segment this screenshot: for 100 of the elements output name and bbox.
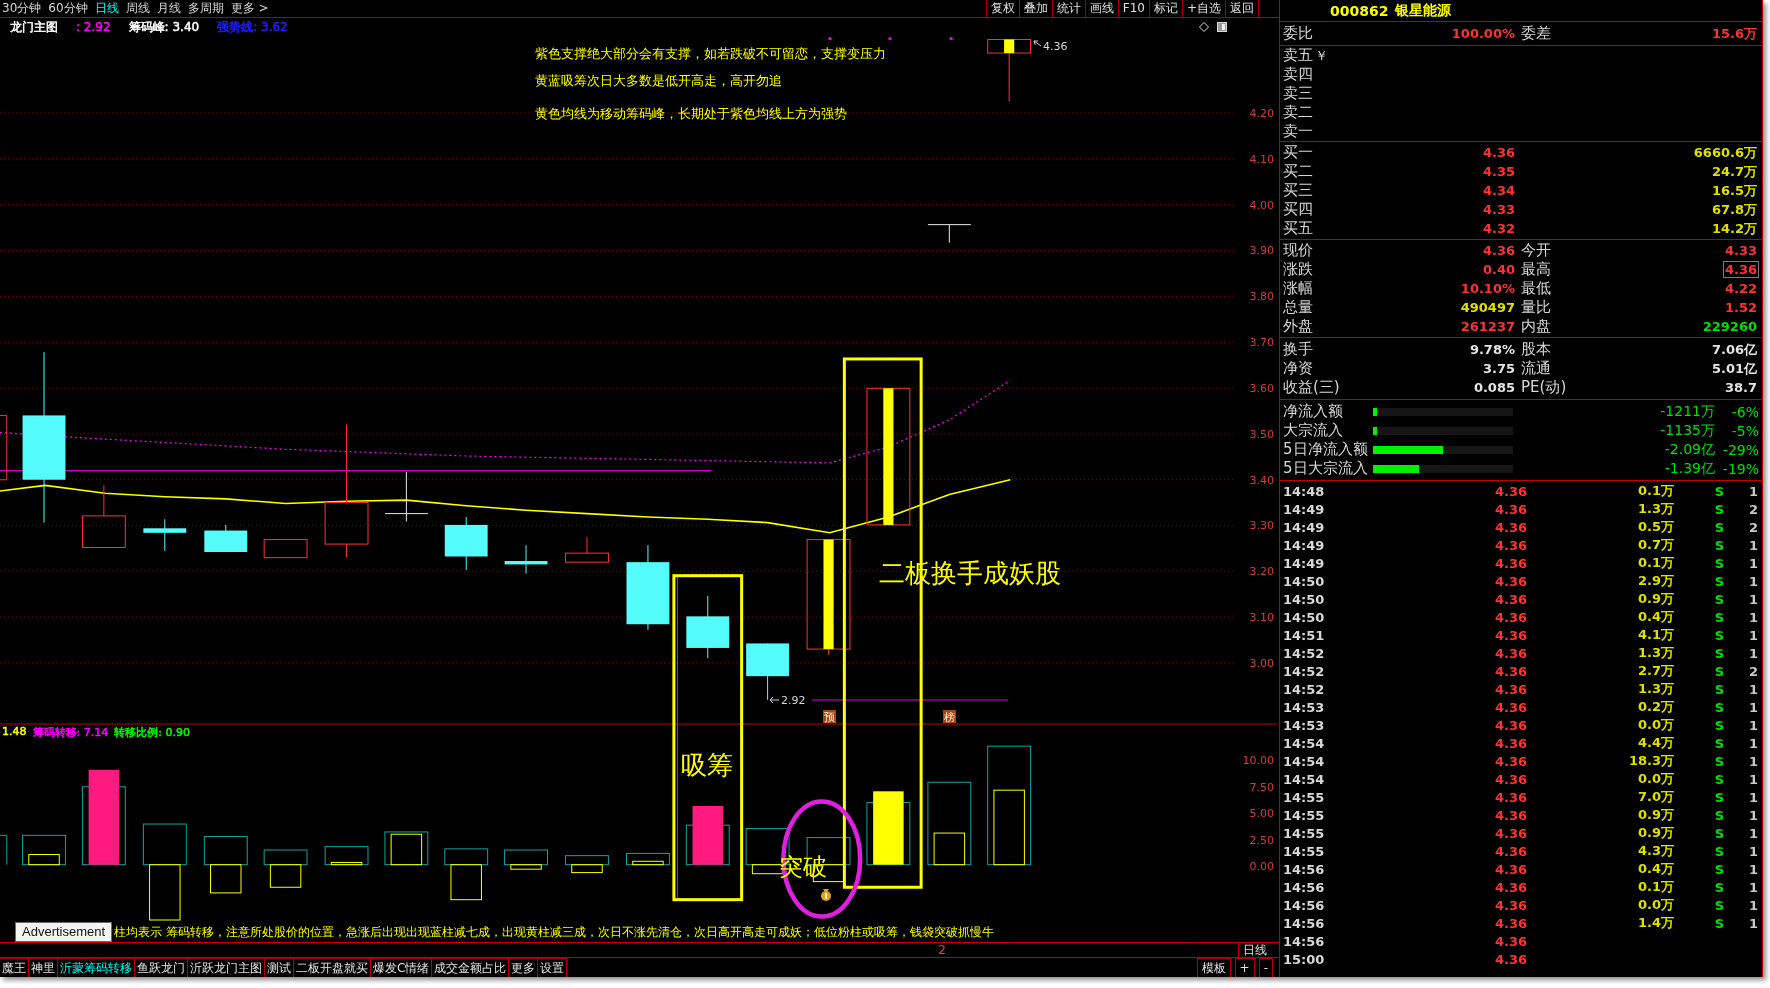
bid-label: 买五 — [1283, 220, 1313, 237]
tick-side: S — [1714, 699, 1725, 715]
tick-volume: 0.2万 — [1637, 698, 1674, 716]
bid-price: 4.35 — [1481, 163, 1516, 180]
indicator-legend: 转移比例: 0.90 — [114, 725, 190, 740]
bid-label: 买一 — [1283, 144, 1313, 161]
tick-count: 1 — [1748, 771, 1759, 787]
indicator-tab[interactable]: 测试 — [265, 958, 294, 977]
tick-price: 4.36 — [1494, 555, 1527, 571]
period-tab[interactable]: 多周期 — [186, 0, 228, 17]
advertisement-label: Advertisement — [15, 922, 113, 942]
toolbar-button[interactable]: +自选 — [1181, 0, 1225, 17]
axis-label: 3.30 — [1249, 519, 1274, 533]
candlestick — [565, 536, 609, 563]
candlestick — [504, 544, 548, 574]
indicator-tab[interactable]: 沂蒙筹码转移 — [58, 958, 135, 977]
indicator-tab[interactable]: 爆发C情绪 — [371, 958, 433, 977]
tick-side: S — [1714, 897, 1725, 913]
toolbar-button[interactable]: 叠加 — [1018, 0, 1052, 17]
candlestick — [444, 516, 488, 571]
toolbar-button[interactable]: F10 — [1117, 0, 1149, 17]
tick-price: 4.36 — [1494, 789, 1527, 805]
flow-label: 净流入额 — [1283, 403, 1343, 420]
toolbar-button[interactable]: 画线 — [1084, 0, 1118, 17]
toolbar-button[interactable]: 标记 — [1148, 0, 1182, 17]
tick-price: 4.36 — [1494, 609, 1527, 625]
tick-volume: 2.9万 — [1637, 572, 1674, 590]
indicator-tab[interactable]: 二板开盘就买 — [294, 958, 371, 977]
tick-count: 1 — [1748, 753, 1759, 769]
indicator-tab[interactable]: 鱼跃龙门 — [135, 958, 188, 977]
indicator-tab[interactable]: 成交金额占比 — [432, 958, 510, 977]
toolbar-button[interactable]: 统计 — [1051, 0, 1085, 17]
template-button[interactable]: + — [1234, 958, 1255, 977]
tick-price: 4.36 — [1494, 519, 1527, 535]
tick-time: 14:53 — [1283, 717, 1325, 733]
axis-label: 3.40 — [1249, 473, 1274, 487]
candlestick — [384, 471, 429, 522]
tick-side: S — [1714, 825, 1725, 841]
tick-count: 1 — [1748, 789, 1759, 805]
period-tab[interactable]: 日线 — [93, 0, 123, 17]
axis-label: 3.10 — [1249, 611, 1274, 625]
tick-volume: 7.0万 — [1637, 788, 1674, 806]
candlestick — [0, 414, 8, 481]
field-value: 10.10% — [1459, 280, 1516, 297]
tick-time: 14:49 — [1283, 555, 1325, 571]
flow-percent: -6% — [1731, 403, 1759, 420]
tick-count: 1 — [1748, 591, 1759, 607]
tick-count: 1 — [1748, 735, 1759, 751]
period-tab[interactable]: 月线 — [155, 0, 185, 17]
tick-side: S — [1714, 645, 1725, 661]
tick-price: 4.36 — [1494, 951, 1527, 967]
period-tab[interactable]: 更多 > — [229, 0, 273, 17]
legend-text: 龙门主图 — [10, 18, 58, 36]
marker-dot — [949, 36, 953, 41]
period-tab[interactable]: 周线 — [124, 0, 154, 17]
bid-label: 买二 — [1283, 163, 1313, 180]
field-value: 15.6万 — [1710, 25, 1758, 42]
indicator-tab[interactable]: 神里 — [29, 958, 58, 977]
field-value: 4.36 — [1722, 261, 1759, 278]
template-button[interactable]: - — [1258, 958, 1273, 977]
tick-side: S — [1714, 843, 1725, 859]
solid-bar — [692, 806, 723, 865]
window-icon[interactable] — [1217, 22, 1227, 32]
flow-label: 5日净流入额 — [1283, 441, 1368, 458]
tick-time: 14:55 — [1283, 843, 1325, 859]
indicator-tab[interactable]: 更多 — [509, 958, 539, 977]
tick-price: 4.36 — [1494, 717, 1527, 733]
indicator-tab[interactable]: 设置 — [538, 958, 568, 977]
field-value: 0.085 — [1472, 379, 1516, 396]
tick-time: 14:56 — [1283, 915, 1325, 931]
tick-volume: 4.3万 — [1637, 842, 1674, 860]
tick-side: S — [1714, 807, 1725, 823]
tick-price: 4.36 — [1494, 699, 1527, 715]
indicator-tab[interactable]: 沂跃龙门主图 — [188, 958, 265, 977]
tick-volume: 0.5万 — [1637, 518, 1674, 536]
tick-time: 14:55 — [1283, 789, 1325, 805]
tick-side: S — [1714, 915, 1725, 931]
candlestick — [927, 224, 972, 244]
stock-code: 000862 — [1330, 2, 1389, 19]
tick-volume: 0.0万 — [1637, 770, 1674, 788]
tick-side: S — [1714, 483, 1725, 499]
legend-text: 强势线: 3.62 — [217, 18, 288, 36]
diamond-icon[interactable] — [1199, 22, 1209, 32]
indicator-tab[interactable]: 魔王 — [0, 958, 29, 977]
field-label: 委差 — [1520, 25, 1551, 42]
toolbar-button[interactable]: 复权 — [985, 0, 1019, 17]
tick-count: 1 — [1748, 915, 1759, 931]
period-tab[interactable]: 30分钟 — [1, 0, 46, 17]
period-tab[interactable]: 60分钟 — [47, 0, 92, 17]
axis-label: 3.20 — [1249, 565, 1274, 579]
tick-side: S — [1714, 609, 1725, 625]
tick-count: 1 — [1748, 573, 1759, 589]
tick-count: 1 — [1748, 555, 1759, 571]
toolbar-button[interactable]: 返回 — [1225, 0, 1258, 17]
bid-volume: 16.5万 — [1710, 182, 1758, 199]
tick-volume: 0.9万 — [1637, 806, 1674, 824]
template-button[interactable]: 模板 — [1196, 958, 1231, 977]
tick-count: 1 — [1748, 861, 1759, 877]
tick-volume: 1.3万 — [1637, 500, 1674, 518]
axis-label: 3.60 — [1249, 382, 1274, 395]
